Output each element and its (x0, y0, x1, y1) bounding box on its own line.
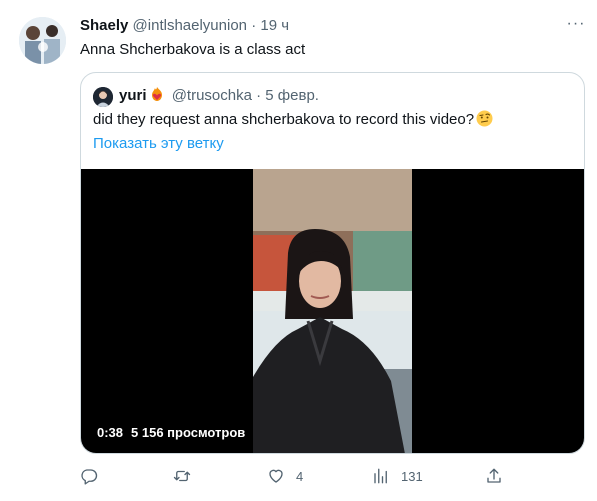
heart-on-fire-emoji-icon (149, 86, 165, 102)
heart-icon (267, 467, 285, 485)
author-handle[interactable]: @intlshaelyunion (133, 17, 247, 34)
retweet-button[interactable] (173, 464, 202, 488)
tweet-header: Shaely @intlshaelyunion · 19 ч (80, 16, 289, 36)
like-count: 4 (296, 468, 304, 484)
separator: · (251, 17, 257, 34)
tweet-time[interactable]: 19 ч (260, 17, 289, 34)
reply-icon (80, 467, 98, 485)
tweet-actions: 4 131 (80, 464, 503, 488)
share-icon (485, 467, 503, 485)
reply-button[interactable] (80, 464, 109, 488)
quote-author-handle[interactable]: @trusochka (172, 87, 252, 104)
quote-time[interactable]: 5 февр. (265, 87, 319, 104)
views-count: 131 (401, 468, 423, 484)
quote-header: yuri @trusochka · 5 февр. (119, 86, 319, 106)
author-name[interactable]: Shaely (80, 17, 128, 34)
show-thread-link[interactable]: Показать эту ветку (93, 134, 224, 154)
quote-author-avatar[interactable] (93, 87, 113, 107)
video-duration: 0:38 (97, 425, 124, 440)
views-icon (372, 467, 390, 485)
video-frame (253, 169, 412, 453)
quote-author-name[interactable]: yuri (119, 87, 147, 104)
quoted-tweet[interactable]: yuri @trusochka · 5 февр. did they reque… (80, 72, 585, 454)
tweet[interactable]: Shaely @intlshaelyunion · 19 ч ··· Anna … (0, 0, 597, 501)
retweet-icon (173, 467, 191, 485)
tweet-text: Anna Shcherbakova is a class act (80, 41, 306, 58)
like-button[interactable]: 4 (267, 464, 303, 488)
more-options-icon[interactable]: ··· (564, 16, 588, 36)
author-avatar[interactable] (19, 17, 66, 64)
views-button[interactable]: 131 (372, 464, 423, 488)
raised-eyebrow-emoji-icon (476, 110, 493, 127)
share-button[interactable] (485, 464, 503, 488)
video-stats-overlay: 0:38 5 156 просмотров (89, 422, 261, 444)
separator: · (256, 87, 262, 104)
quote-text-content: did they request anna shcherbakova to re… (93, 111, 475, 128)
video-player[interactable]: 0:38 5 156 просмотров (81, 169, 584, 453)
video-views: 5 156 просмотров (131, 425, 246, 440)
quote-text: did they request anna shcherbakova to re… (93, 110, 493, 130)
